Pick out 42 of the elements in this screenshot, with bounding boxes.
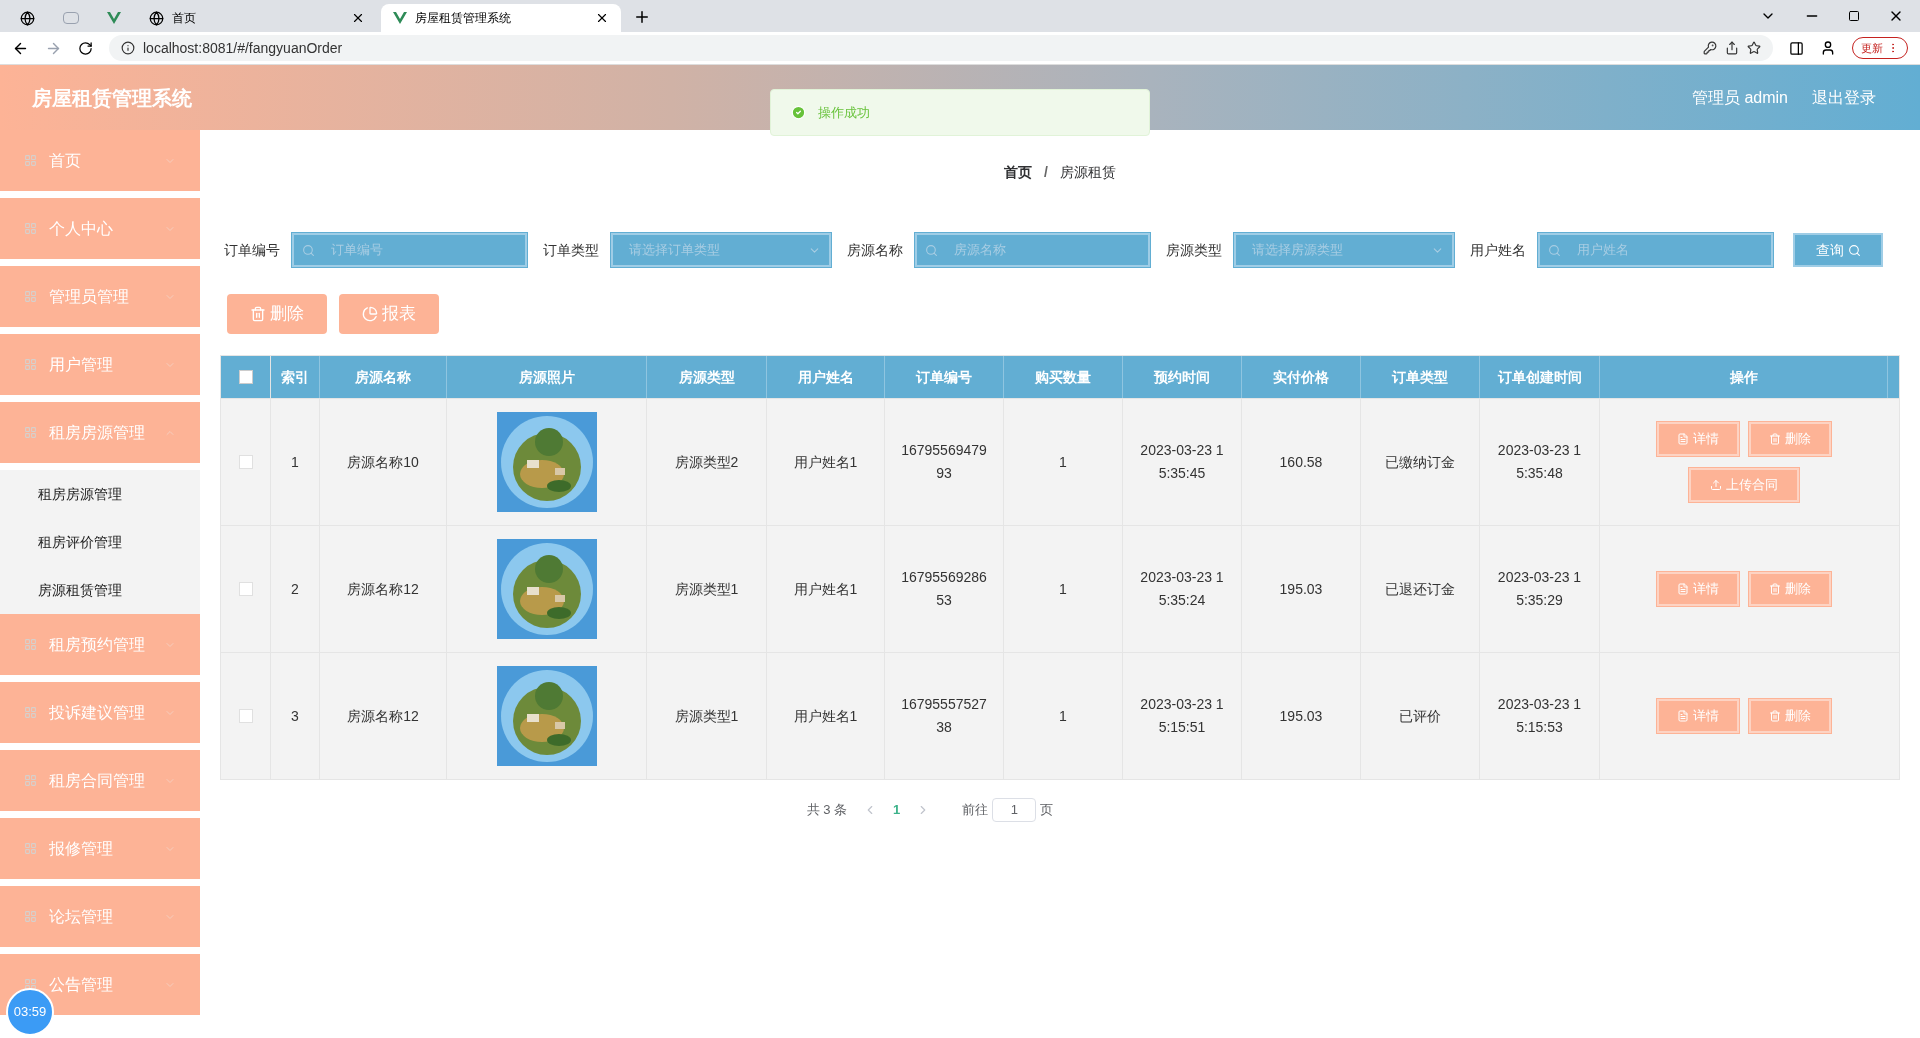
table-cell-text: 用户姓名1 — [793, 452, 858, 472]
table-cell-text: 房源名称10 — [347, 452, 419, 472]
table-cell-text: 房源类型1 — [674, 579, 739, 599]
table-cell-text: 2023-03-23 1 5:15:53 — [1497, 695, 1582, 737]
table-cell-text: 用户姓名1 — [793, 706, 858, 726]
table-cell-text: 2 — [291, 579, 299, 599]
table-cell-text: 已缴纳订金 — [1385, 452, 1455, 472]
breadcrumb-separator: / — [1044, 163, 1048, 182]
table-cell-text: 16795569479 93 — [901, 441, 987, 483]
table-cell-text: 2023-03-23 1 5:35:24 — [1140, 568, 1224, 610]
table-cell-text: 房源类型1 — [674, 706, 739, 726]
table-cell-text: 房源名称12 — [347, 579, 419, 599]
user-label: 管理员 admin — [1691, 87, 1788, 108]
table-cell-text: 已退还订金 — [1385, 579, 1455, 599]
goto-label: 前往 — [962, 801, 989, 820]
table-cell-text: 1 — [1059, 452, 1067, 472]
table-cell-text: 已评价 — [1399, 706, 1441, 726]
filter-label: 房源名称 — [847, 240, 903, 260]
filter-label: 房源类型 — [1166, 240, 1222, 260]
table-cell-text: 2023-03-23 1 5:35:45 — [1140, 441, 1224, 483]
success-toast: 操作成功 — [770, 89, 1150, 136]
table-cell-text: 195.03 — [1279, 579, 1323, 599]
table-cell-text: 195.03 — [1279, 706, 1323, 726]
table-cell-text: 160.58 — [1279, 452, 1323, 472]
table-cell-text: 2023-03-23 1 5:35:48 — [1497, 441, 1582, 483]
table-cell-text: 2023-03-23 1 5:35:29 — [1497, 568, 1582, 610]
total-count: 共 3 条 — [806, 801, 848, 820]
table-cell-text: 16795569286 53 — [901, 568, 987, 610]
table-cell-text: 16795557527 38 — [901, 695, 987, 737]
table-cell-text: 1 — [1059, 579, 1067, 599]
filter-label: 订单编号 — [224, 240, 280, 260]
page-suffix: 页 — [1040, 801, 1054, 820]
filter-label: 用户姓名 — [1470, 240, 1526, 260]
table-cell-text: 用户姓名1 — [793, 579, 858, 599]
table-cell-text: 1 — [1059, 706, 1067, 726]
table-cell-text: 3 — [291, 706, 299, 726]
filter-label: 订单类型 — [543, 240, 599, 260]
app-title: 房屋租赁管理系统 — [32, 85, 192, 111]
table-cell-text: 房源名称12 — [347, 706, 419, 726]
table-cell-text: 房源类型2 — [674, 452, 739, 472]
table-cell-text: 2023-03-23 1 5:15:51 — [1140, 695, 1224, 737]
table-cell-text: 1 — [291, 452, 299, 472]
